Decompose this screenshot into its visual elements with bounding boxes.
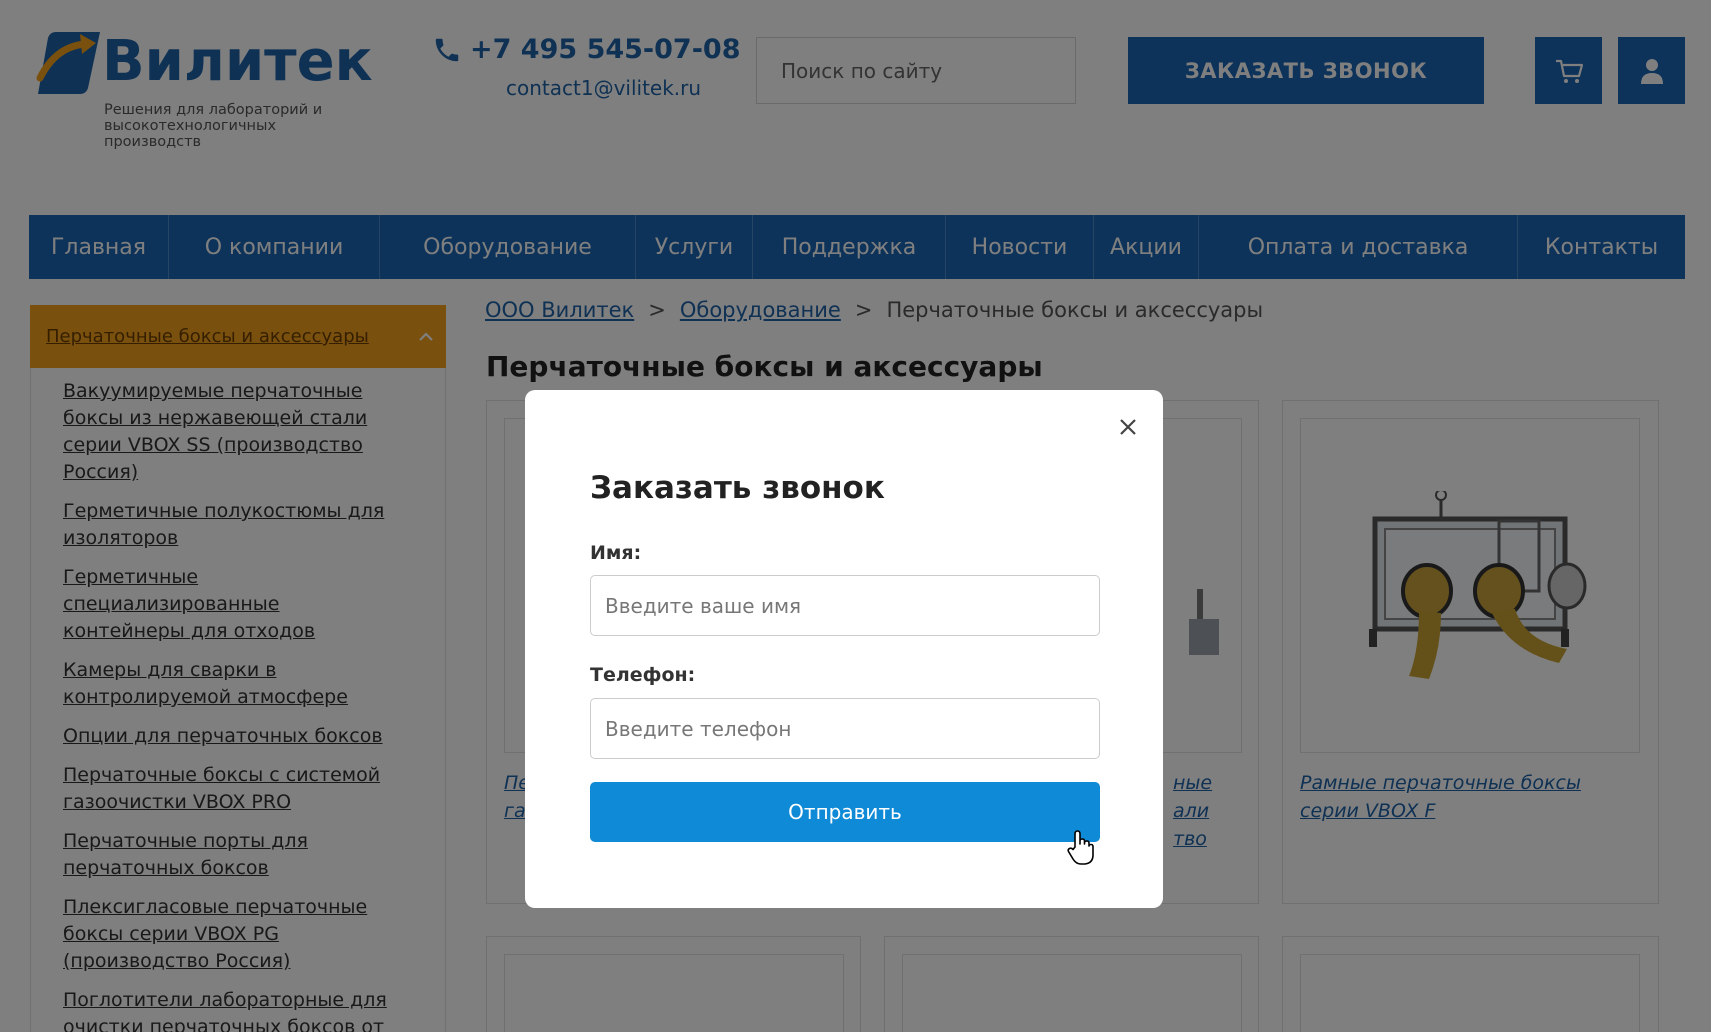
close-icon [1120,419,1136,435]
phone-input[interactable] [590,698,1100,759]
modal-close-button[interactable] [1113,412,1143,442]
phone-label: Телефон: [590,664,696,686]
name-label: Имя: [590,542,642,564]
name-input[interactable] [590,575,1100,636]
hand-pointer-cursor-icon [1067,830,1094,865]
submit-button[interactable]: Отправить [590,782,1100,842]
modal-title: Заказать звонок [590,470,885,506]
